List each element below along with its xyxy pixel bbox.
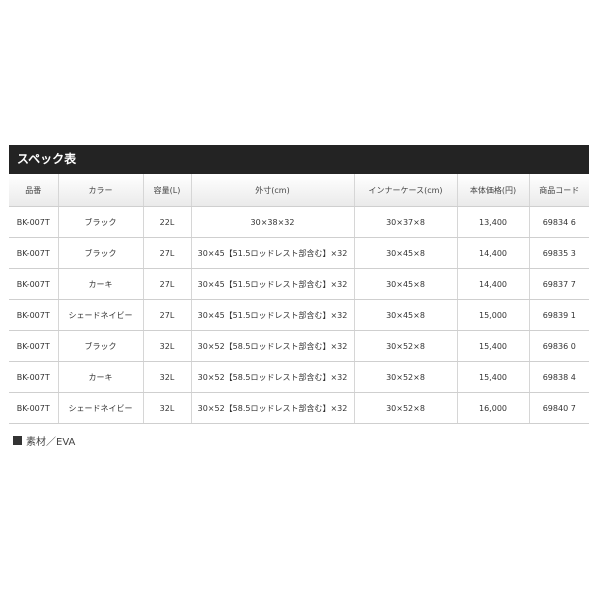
cell-capacity: 27L [143,237,192,269]
cell-color: ブラック [58,206,144,238]
cell-price: 13,400 [457,206,530,238]
cell-capacity: 32L [143,361,192,393]
table-row: BK-007T ブラック 27L 30×45【51.5ロッドレスト部含む】×32… [9,237,589,269]
cell-price: 14,400 [457,237,530,269]
material-note: 素材／EVA [13,433,75,448]
cell-item-number: BK-007T [9,237,59,269]
table-row: BK-007T カーキ 27L 30×45【51.5ロッドレスト部含む】×32 … [9,268,589,300]
cell-product-code: 69837 7 [529,268,589,300]
cell-product-code: 69840 7 [529,392,589,424]
cell-capacity: 22L [143,206,192,238]
col-header-inner-case: インナーケース(cm) [354,174,458,207]
cell-color: カーキ [58,268,144,300]
table-header-row: 品番 カラー 容量(L) 外寸(cm) インナーケース(cm) 本体価格(円) … [9,174,589,207]
cell-price: 14,400 [457,268,530,300]
cell-price: 16,000 [457,392,530,424]
cell-item-number: BK-007T [9,268,59,300]
section-title: スペック表 [17,152,77,166]
square-bullet-icon [13,436,22,445]
col-header-outer-size: 外寸(cm) [191,174,355,207]
cell-color: ブラック [58,237,144,269]
cell-price: 15,400 [457,330,530,362]
cell-inner-case: 30×52×8 [354,361,458,393]
cell-item-number: BK-007T [9,206,59,238]
cell-outer-size: 30×45【51.5ロッドレスト部含む】×32 [191,268,355,300]
cell-inner-case: 30×45×8 [354,237,458,269]
spec-table: 品番 カラー 容量(L) 外寸(cm) インナーケース(cm) 本体価格(円) … [9,174,589,424]
table-row: BK-007T ブラック 32L 30×52【58.5ロッドレスト部含む】×32… [9,330,589,362]
cell-inner-case: 30×45×8 [354,299,458,331]
cell-product-code: 69834 6 [529,206,589,238]
cell-inner-case: 30×52×8 [354,392,458,424]
cell-product-code: 69839 1 [529,299,589,331]
cell-product-code: 69838 4 [529,361,589,393]
cell-outer-size: 30×38×32 [191,206,355,238]
cell-inner-case: 30×37×8 [354,206,458,238]
cell-color: ブラック [58,330,144,362]
cell-color: シェードネイビー [58,299,144,331]
table-row: BK-007T シェードネイビー 32L 30×52【58.5ロッドレスト部含む… [9,392,589,424]
material-note-text: 素材／EVA [26,437,76,448]
cell-outer-size: 30×52【58.5ロッドレスト部含む】×32 [191,330,355,362]
col-header-color: カラー [58,174,144,207]
cell-item-number: BK-007T [9,299,59,331]
cell-capacity: 32L [143,330,192,362]
cell-outer-size: 30×52【58.5ロッドレスト部含む】×32 [191,392,355,424]
table-row: BK-007T カーキ 32L 30×52【58.5ロッドレスト部含む】×32 … [9,361,589,393]
cell-color: シェードネイビー [58,392,144,424]
table-row: BK-007T シェードネイビー 27L 30×45【51.5ロッドレスト部含む… [9,299,589,331]
spec-section-header: スペック表 [9,145,589,174]
cell-inner-case: 30×52×8 [354,330,458,362]
cell-price: 15,400 [457,361,530,393]
cell-price: 15,000 [457,299,530,331]
cell-item-number: BK-007T [9,392,59,424]
col-header-item-number: 品番 [9,174,59,207]
col-header-capacity: 容量(L) [143,174,192,207]
col-header-product-code: 商品コード [529,174,589,207]
cell-capacity: 27L [143,268,192,300]
cell-item-number: BK-007T [9,361,59,393]
cell-outer-size: 30×45【51.5ロッドレスト部含む】×32 [191,299,355,331]
cell-outer-size: 30×45【51.5ロッドレスト部含む】×32 [191,237,355,269]
cell-product-code: 69836 0 [529,330,589,362]
cell-item-number: BK-007T [9,330,59,362]
col-header-price: 本体価格(円) [457,174,530,207]
cell-capacity: 27L [143,299,192,331]
cell-outer-size: 30×52【58.5ロッドレスト部含む】×32 [191,361,355,393]
cell-product-code: 69835 3 [529,237,589,269]
cell-inner-case: 30×45×8 [354,268,458,300]
table-row: BK-007T ブラック 22L 30×38×32 30×37×8 13,400… [9,206,589,238]
cell-color: カーキ [58,361,144,393]
cell-capacity: 32L [143,392,192,424]
